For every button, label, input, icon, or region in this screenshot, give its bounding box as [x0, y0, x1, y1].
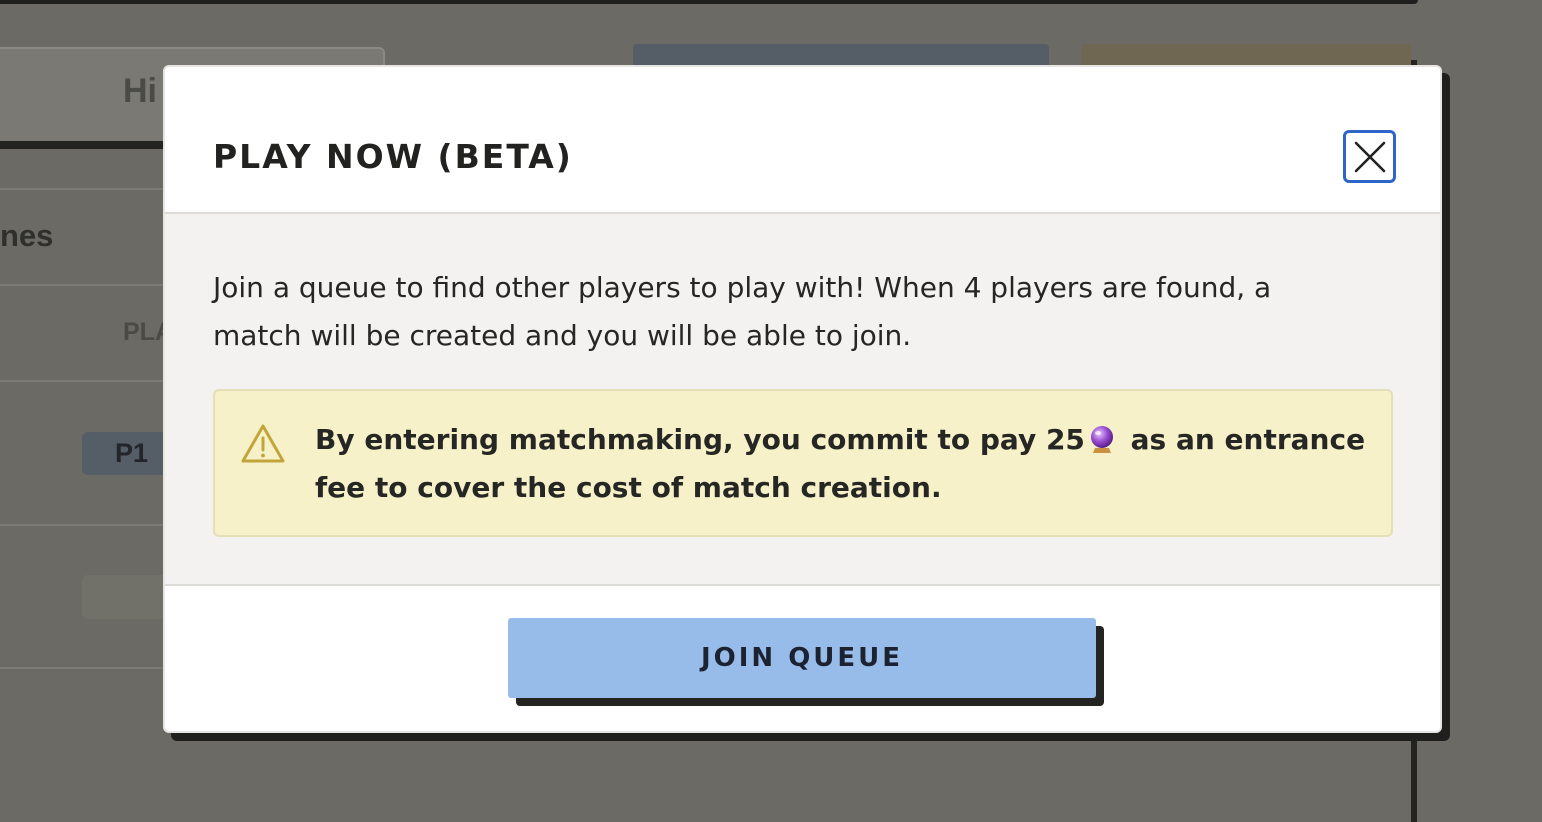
close-icon — [1354, 141, 1385, 172]
play-now-modal: PLAY NOW (BETA) Join a queue to find oth… — [163, 65, 1442, 733]
warning-text: By entering matchmaking, you commit to p… — [315, 416, 1375, 512]
background-table-text: nes — [0, 218, 54, 253]
background-divider — [0, 667, 170, 669]
background-topbar — [0, 0, 1418, 4]
close-button[interactable] — [1343, 130, 1396, 183]
crystal-ball-icon — [1090, 426, 1113, 453]
modal-header: PLAY NOW (BETA) — [165, 67, 1440, 214]
warning-callout: By entering matchmaking, you commit to p… — [213, 389, 1393, 537]
background-divider — [0, 284, 170, 286]
background-divider — [0, 188, 170, 190]
background-divider — [0, 380, 170, 382]
background-divider — [0, 524, 170, 526]
intro-text: Join a queue to find other players to pl… — [213, 271, 1272, 352]
warning-icon — [241, 424, 285, 463]
modal-body: Join a queue to find other players to pl… — [165, 216, 1440, 584]
modal-title: PLAY NOW (BETA) — [213, 137, 573, 176]
background-tab-label: Hi — [123, 72, 157, 110]
warning-text-before: By entering matchmaking, you commit to p… — [315, 423, 1085, 456]
join-queue-button[interactable]: JOIN QUEUE — [508, 618, 1096, 698]
modal-footer: JOIN QUEUE — [165, 584, 1440, 731]
